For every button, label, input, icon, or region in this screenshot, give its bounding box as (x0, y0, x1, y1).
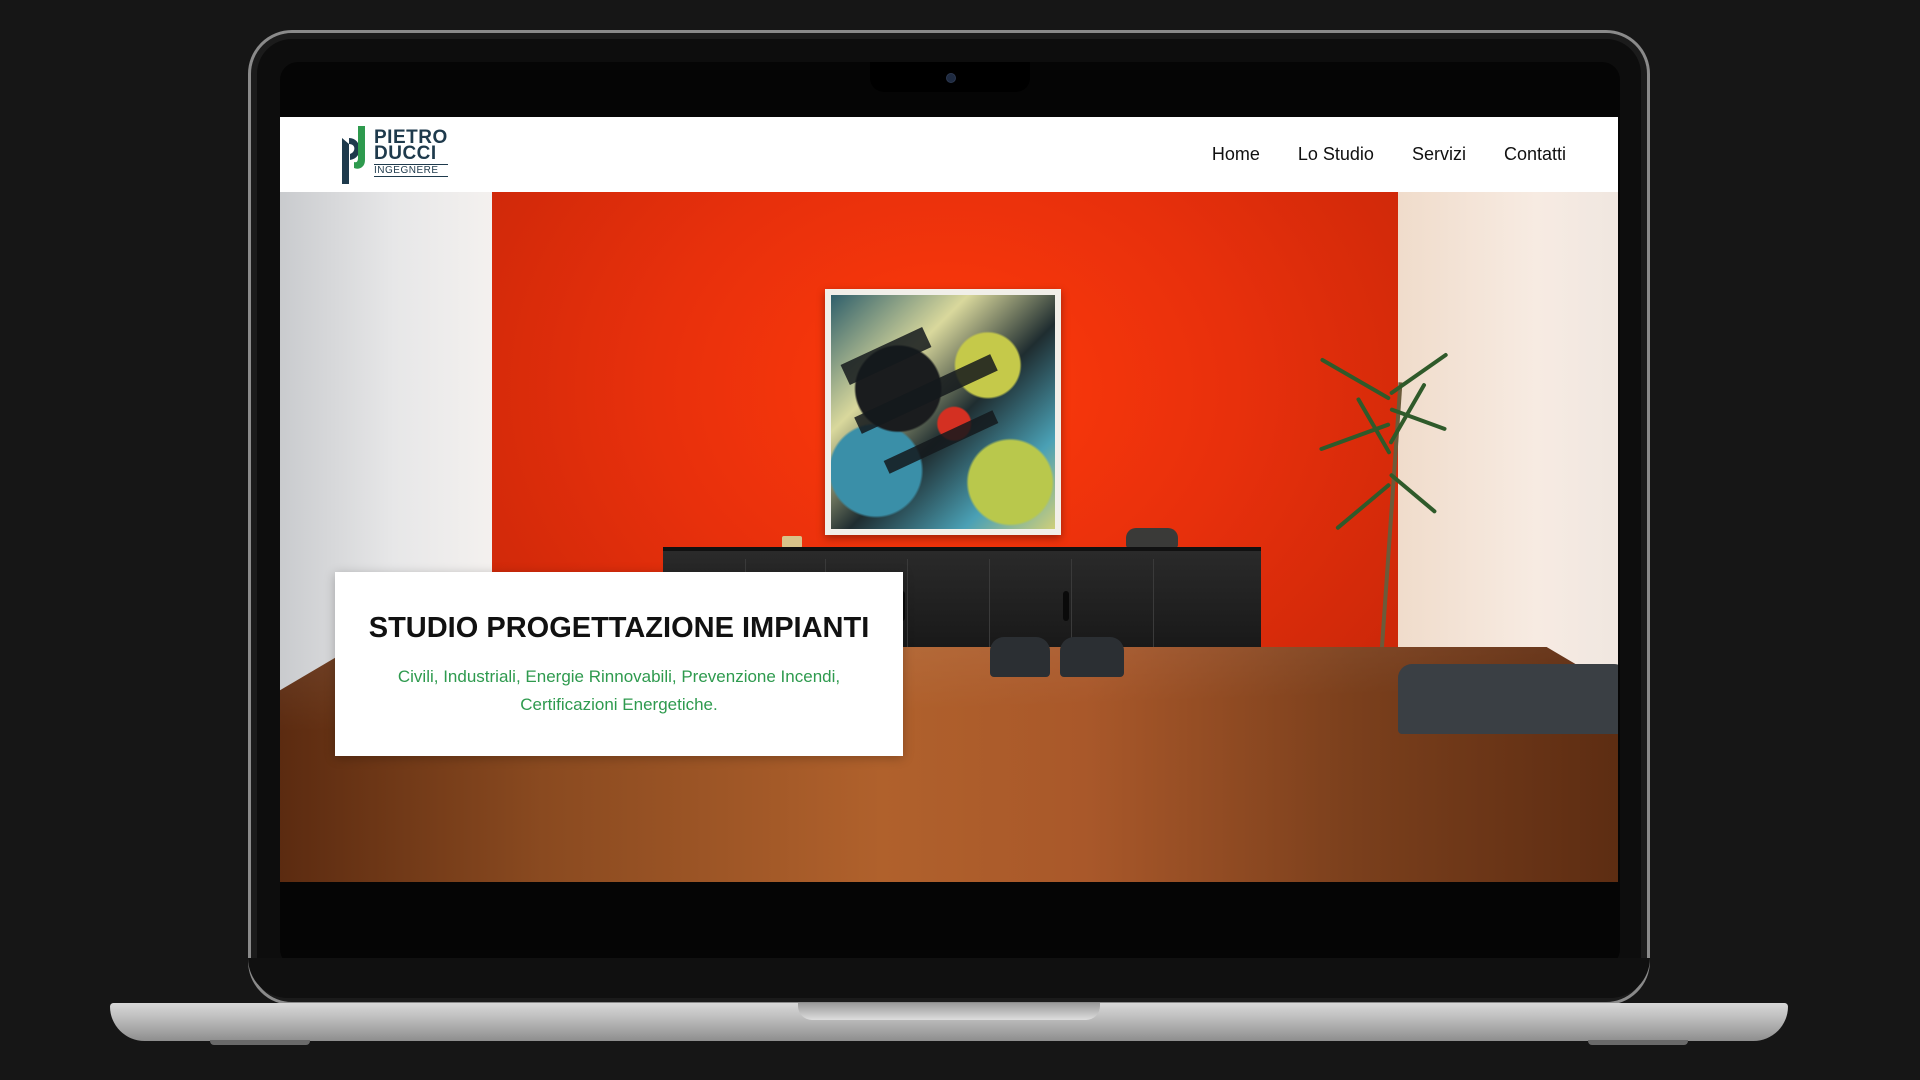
laptop-foot-right (1588, 1040, 1688, 1045)
laptop-foot-left (210, 1040, 310, 1045)
painting (825, 289, 1061, 535)
nav-contatti[interactable]: Contatti (1504, 144, 1566, 165)
logo-line-2: DUCCI (374, 143, 437, 164)
site-header: PIETRO DUCCI INGEGNERE Home Lo Studio Se… (280, 117, 1618, 192)
pd-logo-icon (342, 126, 365, 184)
hero-section: STUDIO PROGETTAZIONE IMPIANTI Civili, In… (280, 192, 1618, 882)
painting-canvas (831, 295, 1055, 529)
hero-subtitle: Civili, Industriali, Energie Rinnovabili… (397, 667, 841, 714)
nav-lo-studio[interactable]: Lo Studio (1298, 144, 1374, 165)
logo-line-3: INGEGNERE (374, 164, 448, 177)
camera-icon (946, 73, 956, 83)
website-screen: PIETRO DUCCI INGEGNERE Home Lo Studio Se… (280, 117, 1618, 882)
logo-text: PIETRO DUCCI INGEGNERE (374, 128, 448, 177)
laptop-chin (248, 958, 1650, 998)
site-logo[interactable]: PIETRO DUCCI INGEGNERE (338, 124, 448, 186)
hero-title: STUDIO PROGETTAZIONE IMPIANTI (368, 612, 870, 644)
hero-card: STUDIO PROGETTAZIONE IMPIANTI Civili, In… (335, 572, 903, 756)
nav-home[interactable]: Home (1212, 144, 1260, 165)
nav-servizi[interactable]: Servizi (1412, 144, 1466, 165)
laptop-notch (870, 62, 1030, 92)
main-navigation: Home Lo Studio Servizi Contatti (1212, 117, 1566, 192)
telephone (1126, 528, 1178, 548)
laptop-opening-notch (798, 1003, 1100, 1020)
